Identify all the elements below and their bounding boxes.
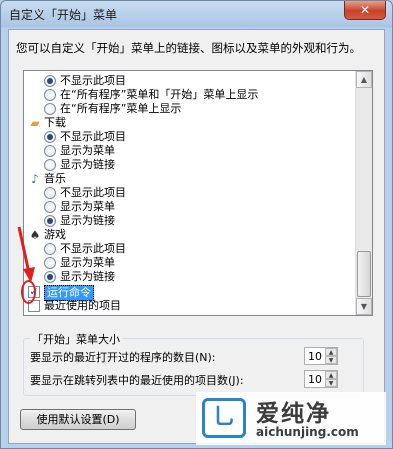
stepper-down-button[interactable]: ▼ [325, 356, 337, 364]
stepper-down-button[interactable]: ▼ [325, 379, 337, 387]
dialog-client-area: 您可以自定义「开始」菜单上的链接、图标以及菜单的外观和行为。 不显示此项目 在“… [8, 29, 385, 444]
jump-list-label: 要显示在跳转列表中的最近使用的项目数(J): [30, 374, 244, 387]
scroll-thumb[interactable] [357, 251, 371, 297]
radio-button[interactable] [44, 159, 56, 171]
radio-button[interactable] [44, 131, 56, 143]
recent-programs-label: 要显示的最近打开过的程序的数目(N): [30, 351, 216, 364]
annotation-circle [21, 280, 36, 304]
use-defaults-button[interactable]: 使用默认设置(D) [20, 409, 136, 430]
watermark-url: aichunjing.com [256, 425, 359, 439]
annotation-arrow-icon [17, 226, 35, 283]
scroll-down-button[interactable]: ▼ [356, 298, 372, 315]
watermark-logo-icon: 乚 [202, 398, 246, 438]
radio-button[interactable] [44, 103, 56, 115]
stepper-up-button[interactable]: ▲ [325, 348, 337, 356]
radio-button[interactable] [44, 75, 56, 87]
dialog-description: 您可以自定义「开始」菜单上的链接、图标以及菜单的外观和行为。 [16, 41, 361, 55]
radio-button[interactable] [44, 243, 56, 255]
radio-button[interactable] [44, 145, 56, 157]
watermark-title: 爱纯净 [256, 401, 331, 427]
options-list[interactable]: 不显示此项目 在“所有程序”菜单和「开始」菜单上显示 在“所有程序”菜单上显示 … [23, 70, 373, 316]
dialog-window: 自定义「开始」菜单 ✕ 您可以自定义「开始」菜单上的链接、图标以及菜单的外观和行… [0, 0, 393, 449]
radio-button[interactable] [44, 271, 56, 283]
radio-button[interactable] [44, 89, 56, 101]
folder-download-icon: ▰ [30, 116, 40, 130]
window-title: 自定义「开始」菜单 [9, 8, 118, 22]
close-button[interactable]: ✕ [344, 1, 386, 20]
menu-size-group: 「开始」菜单大小 要显示的最近打开过的程序的数目(N): 10 ▲ ▼ 要显示在… [23, 331, 364, 396]
radio-button[interactable] [44, 215, 56, 227]
stepper-up-button[interactable]: ▲ [325, 371, 337, 379]
scroll-up-button[interactable]: ▲ [356, 71, 372, 88]
music-note-icon: ♪ [31, 172, 39, 186]
group-title: 「开始」菜单大小 [30, 331, 122, 347]
title-bar[interactable]: 自定义「开始」菜单 ✕ [1, 1, 392, 27]
watermark: 乚 爱纯净 aichunjing.com [196, 392, 386, 445]
radio-button[interactable] [44, 187, 56, 199]
jump-list-stepper[interactable]: 10 ▲ ▼ [304, 370, 338, 388]
vertical-scrollbar[interactable]: ▲ ▼ [355, 71, 372, 315]
radio-button[interactable] [44, 257, 56, 269]
radio-button[interactable] [44, 201, 56, 213]
recent-programs-stepper[interactable]: 10 ▲ ▼ [304, 347, 338, 365]
